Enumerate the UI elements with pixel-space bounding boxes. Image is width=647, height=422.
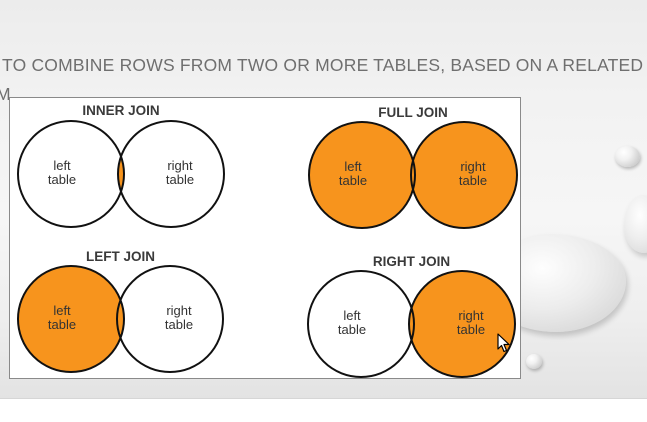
join-title: LEFT JOIN — [86, 249, 155, 264]
venn-left-join: LEFT JOINleft tableright table — [17, 249, 224, 373]
right-table-label: right table — [166, 158, 194, 187]
slide-title: TO COMBINE ROWS FROM TWO OR MORE TABLES,… — [2, 55, 644, 75]
right-table-label: right table — [457, 308, 485, 337]
bottom-strip — [0, 398, 647, 422]
venn-right-join: RIGHT JOINleft tableright table — [307, 254, 516, 378]
venn-full-join: FULL JOINleft tableright table — [308, 105, 518, 229]
join-title: INNER JOIN — [82, 103, 159, 118]
venn-inner-join: INNER JOINleft tableright table — [17, 103, 225, 228]
right-table-label: right table — [459, 159, 487, 188]
joins-diagram-svg: INNER JOINleft tableright table FULL JOINle… — [17, 103, 518, 378]
water-drop-decoration — [624, 195, 647, 253]
presentation-slide: TO COMBINE ROWS FROM TWO OR MORE TABLES,… — [0, 0, 647, 398]
mouse-pointer-icon — [497, 333, 510, 353]
water-drop-decoration — [615, 146, 640, 167]
join-title: RIGHT JOIN — [373, 254, 450, 269]
join-title: FULL JOIN — [378, 105, 448, 120]
water-drop-decoration — [526, 354, 542, 369]
right-table-label: right table — [165, 303, 193, 332]
joins-diagram-image: INNER JOIN left table right table FULL JOIN le… — [9, 97, 521, 379]
